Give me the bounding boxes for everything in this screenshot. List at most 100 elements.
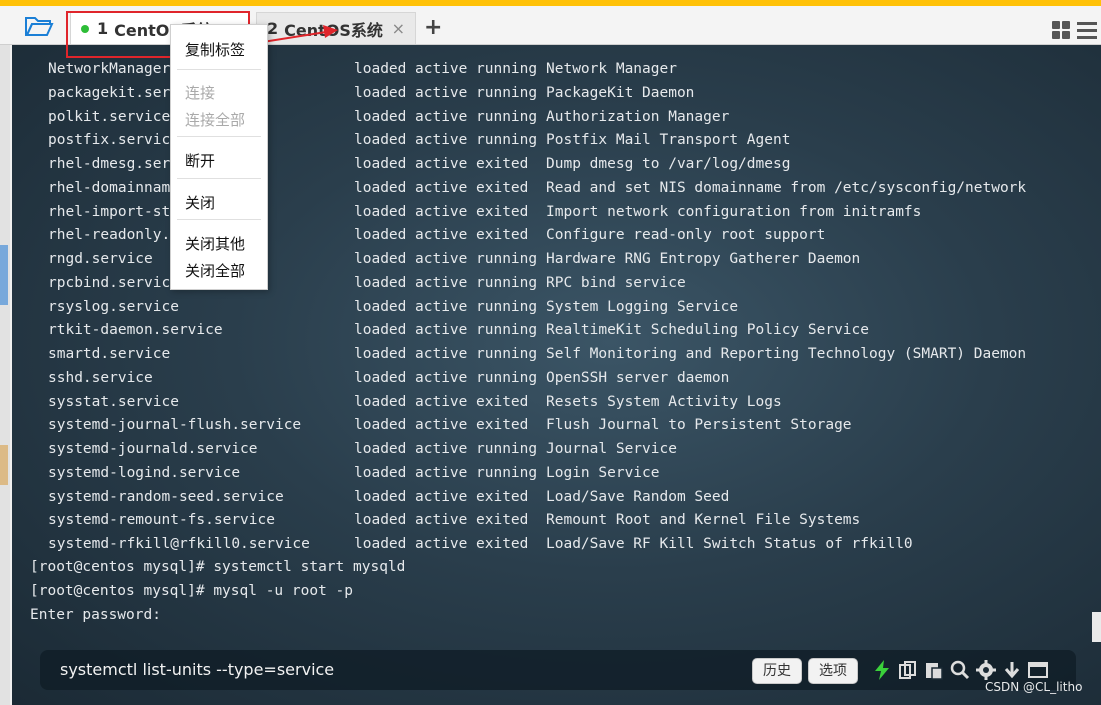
service-description: Self Monitoring and Reporting Technology… xyxy=(546,346,1027,362)
menu-separator xyxy=(177,219,261,220)
service-load: loaded xyxy=(354,251,407,267)
service-sub: exited xyxy=(476,536,529,552)
download-arrow-icon[interactable] xyxy=(1002,660,1022,680)
service-load: loaded xyxy=(354,393,407,410)
service-description: System Logging Service xyxy=(546,298,739,315)
service-active: active xyxy=(415,179,468,196)
service-active: active xyxy=(415,298,468,315)
service-load: loaded xyxy=(354,227,407,244)
service-active: active xyxy=(415,156,468,172)
service-active: active xyxy=(415,346,468,362)
close-icon[interactable]: × xyxy=(392,19,405,38)
prompt-line: [root@centos mysql]# mysql -u root -p xyxy=(30,583,354,599)
service-unit: packagekit.ser xyxy=(48,84,171,101)
service-active: active xyxy=(415,393,468,410)
service-active: active xyxy=(415,417,468,434)
search-icon[interactable] xyxy=(950,660,970,680)
window-icon[interactable] xyxy=(1028,660,1048,680)
service-unit: rhel-dmesg.ser xyxy=(48,156,171,172)
gear-icon[interactable] xyxy=(976,660,996,680)
side-marker xyxy=(0,445,8,485)
service-load: loaded xyxy=(354,156,407,172)
tab-2[interactable]: 2 CentOS系统 × xyxy=(256,12,416,44)
service-sub: running xyxy=(476,274,538,291)
service-sub: exited xyxy=(476,179,529,196)
menu-item-connect[interactable]: 连接 xyxy=(185,82,215,103)
service-description: Remount Root and Kernel File Systems xyxy=(546,512,861,529)
service-active: active xyxy=(415,108,468,125)
menu-separator xyxy=(177,178,261,179)
tab-context-menu: 复制标签 连接 连接全部 断开 关闭 关闭其他 关闭全部 xyxy=(170,24,268,290)
service-active: active xyxy=(415,274,468,291)
copy-icon[interactable] xyxy=(898,660,918,680)
service-sub: exited xyxy=(476,203,529,220)
service-unit: polkit.service xyxy=(48,108,171,125)
side-marker xyxy=(0,245,8,305)
service-load: loaded xyxy=(354,108,407,125)
options-button[interactable]: 选项 xyxy=(808,658,858,684)
service-active: active xyxy=(415,488,468,505)
service-sub: running xyxy=(476,322,538,339)
history-button[interactable]: 历史 xyxy=(752,658,802,684)
menu-item-copy-tab[interactable]: 复制标签 xyxy=(185,39,245,60)
lightning-icon[interactable] xyxy=(872,660,892,680)
menu-item-connect-all[interactable]: 连接全部 xyxy=(185,109,245,130)
service-load: loaded xyxy=(354,61,407,77)
service-load: loaded xyxy=(354,441,407,457)
watermark: CSDN @CL_litho xyxy=(985,680,1083,694)
hamburger-menu-icon[interactable] xyxy=(1077,21,1097,39)
service-sub: exited xyxy=(476,393,529,410)
service-load: loaded xyxy=(354,298,407,315)
scrollbar-thumb[interactable] xyxy=(1092,612,1101,642)
menu-item-close-all[interactable]: 关闭全部 xyxy=(185,260,245,281)
service-unit: postfix.service xyxy=(48,132,179,149)
new-tab-button[interactable]: + xyxy=(424,15,442,40)
service-description: Load/Save Random Seed xyxy=(546,488,730,505)
service-description: Resets System Activity Logs xyxy=(546,393,782,410)
service-sub: exited xyxy=(476,512,529,529)
service-unit: rngd.service xyxy=(48,251,153,267)
service-description: Hardware RNG Entropy Gatherer Daemon xyxy=(546,251,861,267)
service-load: loaded xyxy=(354,203,407,220)
menu-item-close-others[interactable]: 关闭其他 xyxy=(185,233,245,254)
service-active: active xyxy=(415,132,468,149)
left-side-panel-edge xyxy=(0,45,10,705)
service-sub: running xyxy=(476,298,538,315)
command-bar: systemctl list-units --type=service 历史 选… xyxy=(40,650,1076,690)
service-sub: running xyxy=(476,251,538,267)
service-description: Read and set NIS domainname from /etc/sy… xyxy=(546,179,1027,196)
service-load: loaded xyxy=(354,512,407,529)
menu-item-disconnect[interactable]: 断开 xyxy=(185,150,215,171)
service-load: loaded xyxy=(354,346,407,362)
service-unit: sysstat.service xyxy=(48,393,179,410)
service-active: active xyxy=(415,84,468,101)
menu-item-close[interactable]: 关闭 xyxy=(185,192,215,213)
service-load: loaded xyxy=(354,132,407,149)
folder-open-icon[interactable] xyxy=(24,15,54,37)
service-unit: smartd.service xyxy=(48,346,171,362)
service-unit: NetworkManager xyxy=(48,61,171,77)
service-description: RPC bind service xyxy=(546,274,686,291)
service-load: loaded xyxy=(354,369,407,386)
service-description: Load/Save RF Kill Switch Status of rfkil… xyxy=(546,536,913,552)
service-unit: rhel-domainnam xyxy=(48,179,171,196)
paste-icon[interactable] xyxy=(924,660,944,680)
service-sub: running xyxy=(476,464,538,481)
service-load: loaded xyxy=(354,274,407,291)
service-unit: sshd.service xyxy=(48,369,153,386)
service-unit: systemd-random-seed.service xyxy=(48,488,284,505)
service-unit: rhel-import-st xyxy=(48,203,171,220)
tab-title: CentOS系统 xyxy=(284,20,383,40)
service-description: Postfix Mail Transport Agent xyxy=(546,132,791,149)
service-description: Journal Service xyxy=(546,441,677,457)
prompt-line: Enter password: xyxy=(30,607,161,623)
service-unit: systemd-remount-fs.service xyxy=(48,512,275,529)
prompt-line: [root@centos mysql]# systemctl start mys… xyxy=(30,559,406,575)
service-sub: running xyxy=(476,132,538,149)
command-input[interactable]: systemctl list-units --type=service xyxy=(60,660,334,679)
grid-view-icon[interactable] xyxy=(1052,21,1070,39)
service-description: Login Service xyxy=(546,464,660,481)
menu-separator xyxy=(177,136,261,137)
service-unit: rsyslog.service xyxy=(48,298,179,315)
service-unit: systemd-rfkill@rfkill0.service xyxy=(48,536,310,552)
